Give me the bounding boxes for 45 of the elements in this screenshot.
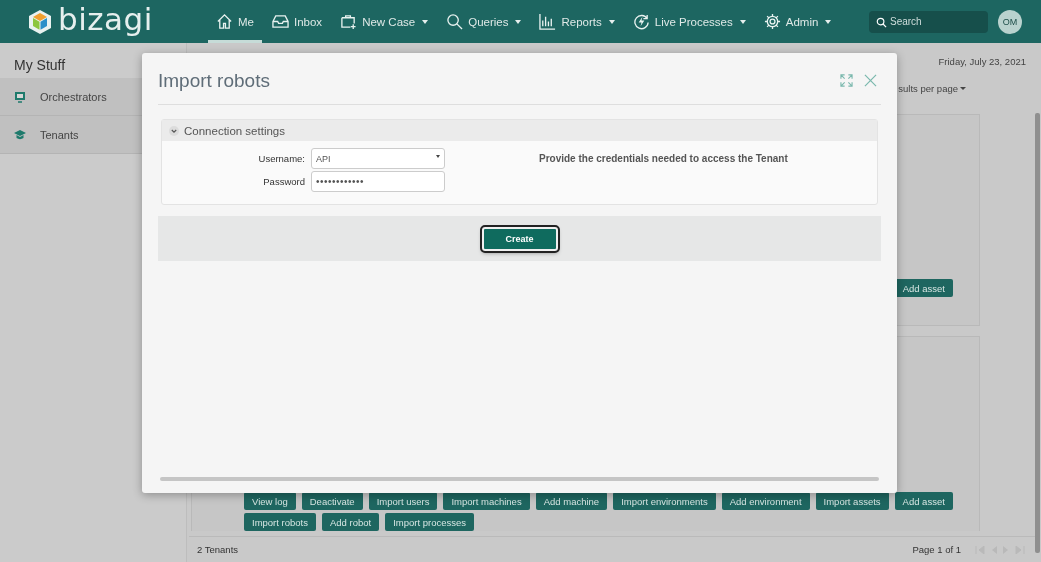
action-button[interactable]: Add asset [894, 279, 953, 297]
scrollbar[interactable] [1035, 113, 1040, 553]
action-button[interactable]: Add robot [321, 513, 380, 531]
chevron-down-icon [169, 125, 179, 136]
home-icon [216, 13, 233, 30]
field-label: Username: [258, 153, 305, 164]
search-icon [876, 16, 887, 28]
action-button[interactable]: Add asset [894, 492, 953, 510]
action-button[interactable]: Import robots [244, 513, 316, 531]
gear-icon [763, 13, 781, 30]
graduation-cap-icon [14, 128, 26, 141]
nav-tab[interactable]: Inbox [264, 0, 331, 43]
nav-tab[interactable]: Me [208, 0, 262, 43]
logo-icon [28, 8, 52, 35]
username-dropdown[interactable]: API [311, 148, 445, 169]
tenant-count: 2 Tenants [197, 544, 239, 555]
section-header[interactable]: Connection settings [162, 120, 877, 141]
action-button[interactable]: Import processes [385, 513, 475, 531]
bar-chart-icon [539, 13, 557, 30]
monitor-icon [14, 90, 26, 103]
briefcase-plus-icon [340, 13, 358, 30]
lightning-circle-icon [632, 13, 650, 30]
search-icon [446, 13, 464, 30]
create-button[interactable]: Create [481, 226, 558, 251]
nav-tab[interactable]: Reports [531, 0, 623, 43]
page-indicator: Page 1 of 1 [912, 544, 961, 555]
password-field[interactable]: •••••••••••• [311, 171, 445, 192]
help-text: Provide the credentials needed to access the Tenant [539, 152, 788, 166]
field-label: Password [263, 176, 305, 187]
expand-icon[interactable] [840, 74, 853, 87]
caret-icon [960, 87, 966, 90]
inbox-tray-icon [272, 13, 289, 30]
results-per-page-dropdown[interactable]: sults per page [898, 83, 958, 94]
nav-tab[interactable]: Admin [755, 0, 840, 43]
caret-icon [436, 154, 440, 158]
nav-tab[interactable]: New Case [332, 0, 437, 43]
nav-tab[interactable]: Live Processes [624, 0, 754, 43]
nav-tab[interactable]: Queries [438, 0, 530, 43]
user-avatar[interactable]: OM [998, 9, 1022, 34]
sidebar-title: My Stuff [13, 56, 67, 75]
close-icon[interactable] [864, 74, 877, 87]
scrollbar[interactable] [160, 477, 879, 481]
search-field[interactable]: Search [869, 10, 988, 33]
logo-text: bizagi [58, 4, 153, 35]
date-text: Friday, July 23, 2021 [938, 56, 1026, 69]
